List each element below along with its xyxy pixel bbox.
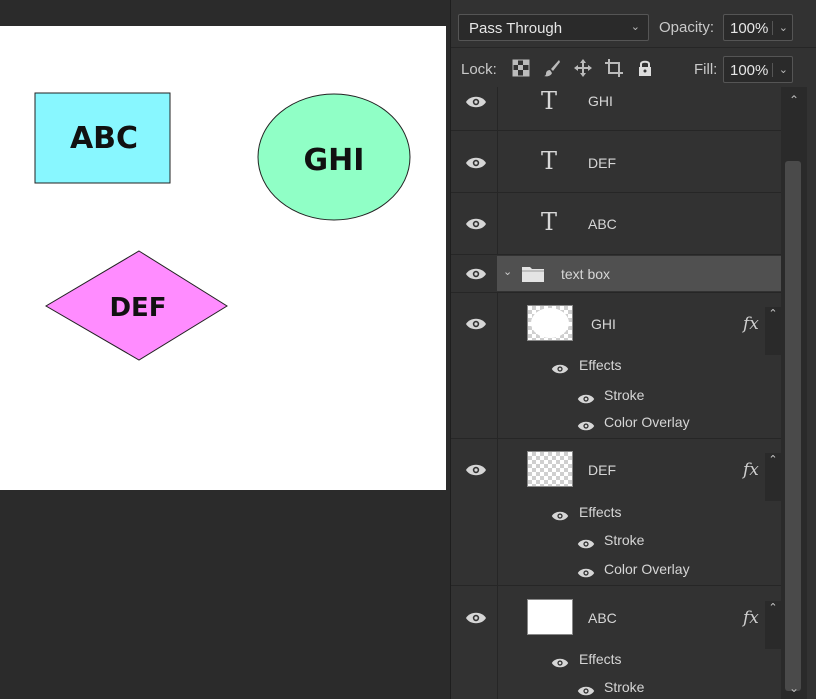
layer-effects-fx-icon[interactable]: fx [743, 460, 759, 480]
text-layer-icon: T [541, 87, 558, 115]
visibility-eye-icon[interactable] [577, 538, 595, 550]
layer-row-shape-abc[interactable]: ABC fx ⌃ Effects Stroke [451, 586, 781, 699]
layer-name: DEF [588, 462, 616, 478]
effects-label: Effects [579, 357, 622, 373]
blend-mode-dropdown[interactable]: Pass Through ⌄ [458, 14, 649, 41]
chevron-down-icon[interactable]: ⌄ [503, 265, 512, 278]
layer-row-text-def[interactable]: T DEF [451, 131, 781, 193]
visibility-eye-icon[interactable] [465, 611, 487, 625]
effect-item[interactable]: Color Overlay [604, 414, 690, 430]
layer-effects-fx-icon[interactable]: fx [743, 314, 759, 334]
text-layer-icon: T [541, 147, 558, 175]
lock-position-move-icon[interactable] [573, 58, 593, 78]
layer-name: ABC [588, 216, 617, 232]
layers-list: T GHI T DEF T ABC ⌄ text box GHI fx ⌃ Ef… [451, 87, 781, 699]
visibility-eye-icon[interactable] [465, 267, 487, 281]
layers-scrollbar[interactable]: ⌃ ⌄ [781, 87, 807, 699]
layer-row-group-text-box[interactable]: ⌄ text box [451, 255, 781, 293]
text-layer-icon: T [541, 208, 558, 236]
collapse-effects-chevron-up-icon[interactable]: ⌃ [765, 307, 781, 355]
canvas-area: ABC GHI DEF [0, 0, 450, 699]
visibility-eye-icon[interactable] [577, 567, 595, 579]
scroll-down-chevron-icon[interactable]: ⌄ [781, 681, 807, 695]
layer-name: GHI [588, 93, 613, 109]
lock-label: Lock: [461, 61, 497, 78]
shape-ghi-label: GHI [304, 143, 365, 178]
lock-icons [511, 58, 655, 78]
layer-row-shape-def[interactable]: DEF fx ⌃ Effects Stroke Color Overlay [451, 439, 781, 586]
layer-thumbnail [527, 599, 573, 635]
group-row-highlight: ⌄ text box [497, 256, 781, 291]
folder-icon [522, 267, 544, 282]
layer-row-text-ghi[interactable]: T GHI [451, 87, 781, 131]
fill-label: Fill: [694, 61, 718, 78]
lock-artboard-crop-icon[interactable] [604, 58, 624, 78]
layer-name: DEF [588, 155, 616, 171]
divider [497, 439, 498, 586]
opacity-label: Opacity: [659, 19, 715, 36]
scroll-up-chevron-icon[interactable]: ⌃ [781, 93, 807, 107]
effects-label: Effects [579, 504, 622, 520]
scrollbar-thumb[interactable] [785, 161, 801, 691]
layer-row-shape-ghi[interactable]: GHI fx ⌃ Effects Stroke Color Overlay [451, 293, 781, 439]
opacity-field[interactable]: 100% ⌄ [723, 14, 793, 41]
effect-item[interactable]: Stroke [604, 387, 644, 403]
artboard[interactable]: ABC GHI DEF [0, 26, 446, 490]
visibility-eye-icon[interactable] [465, 317, 487, 331]
layer-thumbnail [527, 451, 573, 487]
divider [497, 87, 498, 131]
group-name: text box [561, 266, 611, 282]
divider [497, 193, 498, 255]
layer-effects-fx-icon[interactable]: fx [743, 608, 759, 628]
visibility-eye-icon[interactable] [465, 156, 487, 170]
blend-mode-value: Pass Through [469, 20, 563, 37]
lock-all-padlock-icon[interactable] [635, 58, 655, 78]
layer-name: GHI [591, 316, 616, 332]
shape-def-label: DEF [109, 293, 166, 323]
panel-top-strip [451, 0, 816, 12]
effect-item[interactable]: Stroke [604, 679, 644, 695]
layer-row-text-abc[interactable]: T ABC [451, 193, 781, 255]
collapse-effects-chevron-up-icon[interactable]: ⌃ [765, 453, 781, 501]
visibility-eye-icon[interactable] [465, 463, 487, 477]
layers-panel: Pass Through ⌄ Opacity: 100% ⌄ Lock: Fil… [450, 0, 816, 699]
layer-name: ABC [588, 610, 617, 626]
artboard-shapes: ABC GHI DEF [34, 92, 411, 361]
effect-item[interactable]: Color Overlay [604, 561, 690, 577]
visibility-eye-icon[interactable] [577, 685, 595, 697]
visibility-eye-icon[interactable] [465, 95, 487, 109]
visibility-eye-icon[interactable] [551, 510, 569, 522]
shape-ghi[interactable]: GHI [257, 93, 411, 221]
shape-abc-label: ABC [70, 121, 138, 156]
shape-def[interactable]: DEF [45, 250, 228, 361]
opacity-value: 100% [730, 20, 769, 37]
effects-label: Effects [579, 651, 622, 667]
divider [451, 47, 816, 48]
divider [497, 131, 498, 193]
layer-thumbnail [527, 305, 573, 341]
chevron-down-icon: ⌄ [630, 21, 640, 33]
shape-abc[interactable]: ABC [34, 92, 171, 184]
visibility-eye-icon[interactable] [577, 420, 595, 432]
visibility-eye-icon[interactable] [551, 363, 569, 375]
fill-field[interactable]: 100% ⌄ [723, 56, 793, 83]
divider [497, 586, 498, 699]
lock-image-pixels-brush-icon[interactable] [542, 58, 562, 78]
visibility-eye-icon[interactable] [465, 217, 487, 231]
chevron-down-icon[interactable]: ⌄ [771, 21, 788, 35]
lock-transparent-pixels-icon[interactable] [511, 58, 531, 78]
visibility-eye-icon[interactable] [577, 393, 595, 405]
chevron-down-icon[interactable]: ⌄ [771, 63, 788, 77]
fill-value: 100% [730, 62, 769, 79]
effect-item[interactable]: Stroke [604, 532, 644, 548]
visibility-eye-icon[interactable] [551, 657, 569, 669]
collapse-effects-chevron-up-icon[interactable]: ⌃ [765, 601, 781, 649]
divider [497, 293, 498, 439]
